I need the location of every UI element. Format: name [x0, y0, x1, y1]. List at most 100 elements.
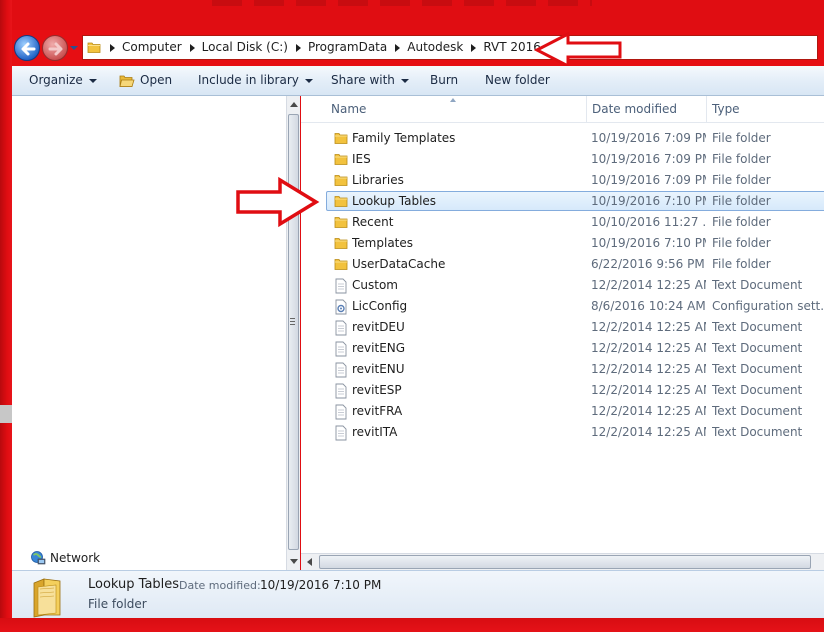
breadcrumb-computer[interactable]: Computer	[119, 36, 185, 59]
organize-button[interactable]: Organize	[29, 66, 97, 95]
open-folder-icon	[119, 75, 135, 87]
column-header-date-modified[interactable]: Date modified	[587, 96, 707, 123]
file-row[interactable]: revitITA 12/2/2014 12:25 AM Text Document	[301, 422, 824, 443]
folder-icon	[87, 42, 101, 53]
share-with-label: Share with	[331, 73, 395, 87]
file-date-modified: 12/2/2014 12:25 AM	[591, 404, 706, 418]
file-name: LicConfig	[352, 299, 408, 313]
forward-arrow-icon	[48, 42, 63, 56]
horizontal-scrollbar[interactable]	[301, 553, 824, 570]
share-with-button[interactable]: Share with	[331, 66, 409, 95]
address-bar[interactable]: Computer Local Disk (C:) ProgramData Aut…	[82, 35, 818, 60]
file-row[interactable]: IES 10/19/2016 7:09 PM File folder	[301, 149, 824, 170]
file-name: revitENU	[352, 362, 405, 376]
forward-button[interactable]	[42, 35, 68, 61]
file-date-modified: 12/2/2014 12:25 AM	[591, 425, 706, 439]
command-bar: Organize Open Include in library Share w…	[12, 66, 824, 96]
file-row[interactable]: revitENG 12/2/2014 12:25 AM Text Document	[301, 338, 824, 359]
file-row[interactable]: LicConfig 8/6/2016 10:24 AM Configuration …	[301, 296, 824, 317]
file-name: revitDEU	[352, 320, 405, 334]
file-list-pane[interactable]: Name Date modified Type S Family Templat…	[301, 96, 824, 570]
burn-button[interactable]: Burn	[430, 66, 458, 95]
file-date-modified: 8/6/2016 10:24 AM	[591, 299, 706, 313]
network-icon	[31, 551, 46, 565]
include-in-library-button[interactable]: Include in library	[198, 66, 313, 95]
file-row[interactable]: UserDataCache 6/22/2016 9:56 PM File folde…	[301, 254, 824, 275]
details-date-label: Date modified:	[179, 579, 261, 592]
details-item-type: File folder	[88, 597, 147, 611]
file-type: Configuration sett...	[712, 299, 824, 313]
file-type: Text Document	[712, 425, 803, 439]
file-name: revitESP	[352, 383, 402, 397]
file-date-modified: 10/10/2016 11:27 ...	[591, 215, 706, 229]
navigation-bar: Computer Local Disk (C:) ProgramData Aut…	[12, 30, 824, 66]
file-row[interactable]: revitENU 12/2/2014 12:25 AM Text Document	[301, 359, 824, 380]
file-name: Templates	[352, 236, 414, 250]
history-dropdown-icon[interactable]	[69, 42, 79, 54]
breadcrumb-separator-icon[interactable]	[291, 36, 305, 59]
file-row[interactable]: Templates 10/19/2016 7:10 PM File folder	[301, 233, 824, 254]
file-type: File folder	[712, 152, 771, 166]
file-row[interactable]: Libraries 10/19/2016 7:09 PM File folder	[301, 170, 824, 191]
file-type: File folder	[712, 194, 771, 208]
file-type: Text Document	[712, 278, 803, 292]
text-document-icon	[334, 425, 348, 448]
scrollbar-thumb[interactable]	[319, 555, 811, 569]
file-type: Text Document	[712, 404, 803, 418]
file-date-modified: 10/19/2016 7:10 PM	[591, 236, 706, 250]
file-type: Text Document	[712, 383, 803, 397]
back-button[interactable]	[14, 35, 40, 61]
file-type: File folder	[712, 173, 771, 187]
file-type: Text Document	[712, 362, 803, 376]
file-row[interactable]: Custom 12/2/2014 12:25 AM Text Document	[301, 275, 824, 296]
navigation-pane-scrollbar[interactable]	[286, 96, 300, 570]
file-date-modified: 6/22/2016 9:56 PM	[591, 257, 705, 271]
chevron-down-icon	[400, 78, 409, 83]
file-type: Text Document	[712, 341, 803, 355]
breadcrumb-separator-icon[interactable]	[185, 36, 199, 59]
breadcrumb-separator-icon[interactable]	[105, 36, 119, 59]
new-folder-button[interactable]: New folder	[485, 66, 550, 95]
open-button[interactable]: Open	[140, 66, 172, 95]
frame-shade	[0, 405, 12, 423]
nav-item-label: Network	[50, 551, 101, 565]
file-row[interactable]: revitFRA 12/2/2014 12:25 AM Text Document	[301, 401, 824, 422]
file-type: File folder	[712, 236, 771, 250]
annotation-arrow-left-icon	[534, 31, 622, 69]
chevron-down-icon	[88, 78, 97, 83]
explorer-window: Computer Local Disk (C:) ProgramData Aut…	[12, 0, 824, 618]
file-type: Text Document	[712, 320, 803, 334]
file-name: revitITA	[352, 425, 398, 439]
file-row[interactable]: Lookup Tables 10/19/2016 7:10 PM File fold…	[301, 191, 824, 212]
file-row[interactable]: Family Templates 10/19/2016 7:09 PM File f…	[301, 128, 824, 149]
breadcrumb-separator-icon[interactable]	[390, 36, 404, 59]
file-name: UserDataCache	[352, 257, 446, 271]
breadcrumb-autodesk[interactable]: Autodesk	[404, 36, 466, 59]
column-header-type[interactable]: Type	[707, 96, 824, 123]
scroll-left-icon[interactable]	[307, 558, 312, 566]
file-date-modified: 12/2/2014 12:25 AM	[591, 341, 706, 355]
title-bar	[12, 0, 824, 30]
file-row[interactable]: Recent 10/10/2016 11:27 ... File folder	[301, 212, 824, 233]
column-header-name[interactable]: Name	[326, 96, 587, 123]
file-name: Lookup Tables	[352, 194, 437, 208]
breadcrumb-separator-icon[interactable]	[466, 36, 480, 59]
nav-item-network[interactable]: Network	[30, 550, 100, 566]
organize-label: Organize	[29, 73, 83, 87]
breadcrumb-local-disk[interactable]: Local Disk (C:)	[199, 36, 291, 59]
file-name: IES	[352, 152, 371, 166]
file-row[interactable]: revitDEU 12/2/2014 12:25 AM Text Document	[301, 317, 824, 338]
column-headers: Name Date modified Type S	[301, 96, 824, 123]
scroll-down-icon[interactable]	[290, 559, 298, 564]
include-in-library-label: Include in library	[198, 73, 299, 87]
file-name: Custom	[352, 278, 398, 292]
navigation-pane[interactable]	[12, 96, 286, 570]
scroll-up-icon[interactable]	[290, 102, 298, 107]
breadcrumb-programdata[interactable]: ProgramData	[305, 36, 390, 59]
scrollbar-grip-icon	[290, 318, 295, 325]
file-row[interactable]: revitESP 12/2/2014 12:25 AM Text Document	[301, 380, 824, 401]
breadcrumb: Computer Local Disk (C:) ProgramData Aut…	[105, 36, 558, 59]
file-date-modified: 10/19/2016 7:10 PM	[591, 194, 706, 208]
window-frame-bottom	[0, 618, 824, 632]
file-name: Family Templates	[352, 131, 456, 145]
